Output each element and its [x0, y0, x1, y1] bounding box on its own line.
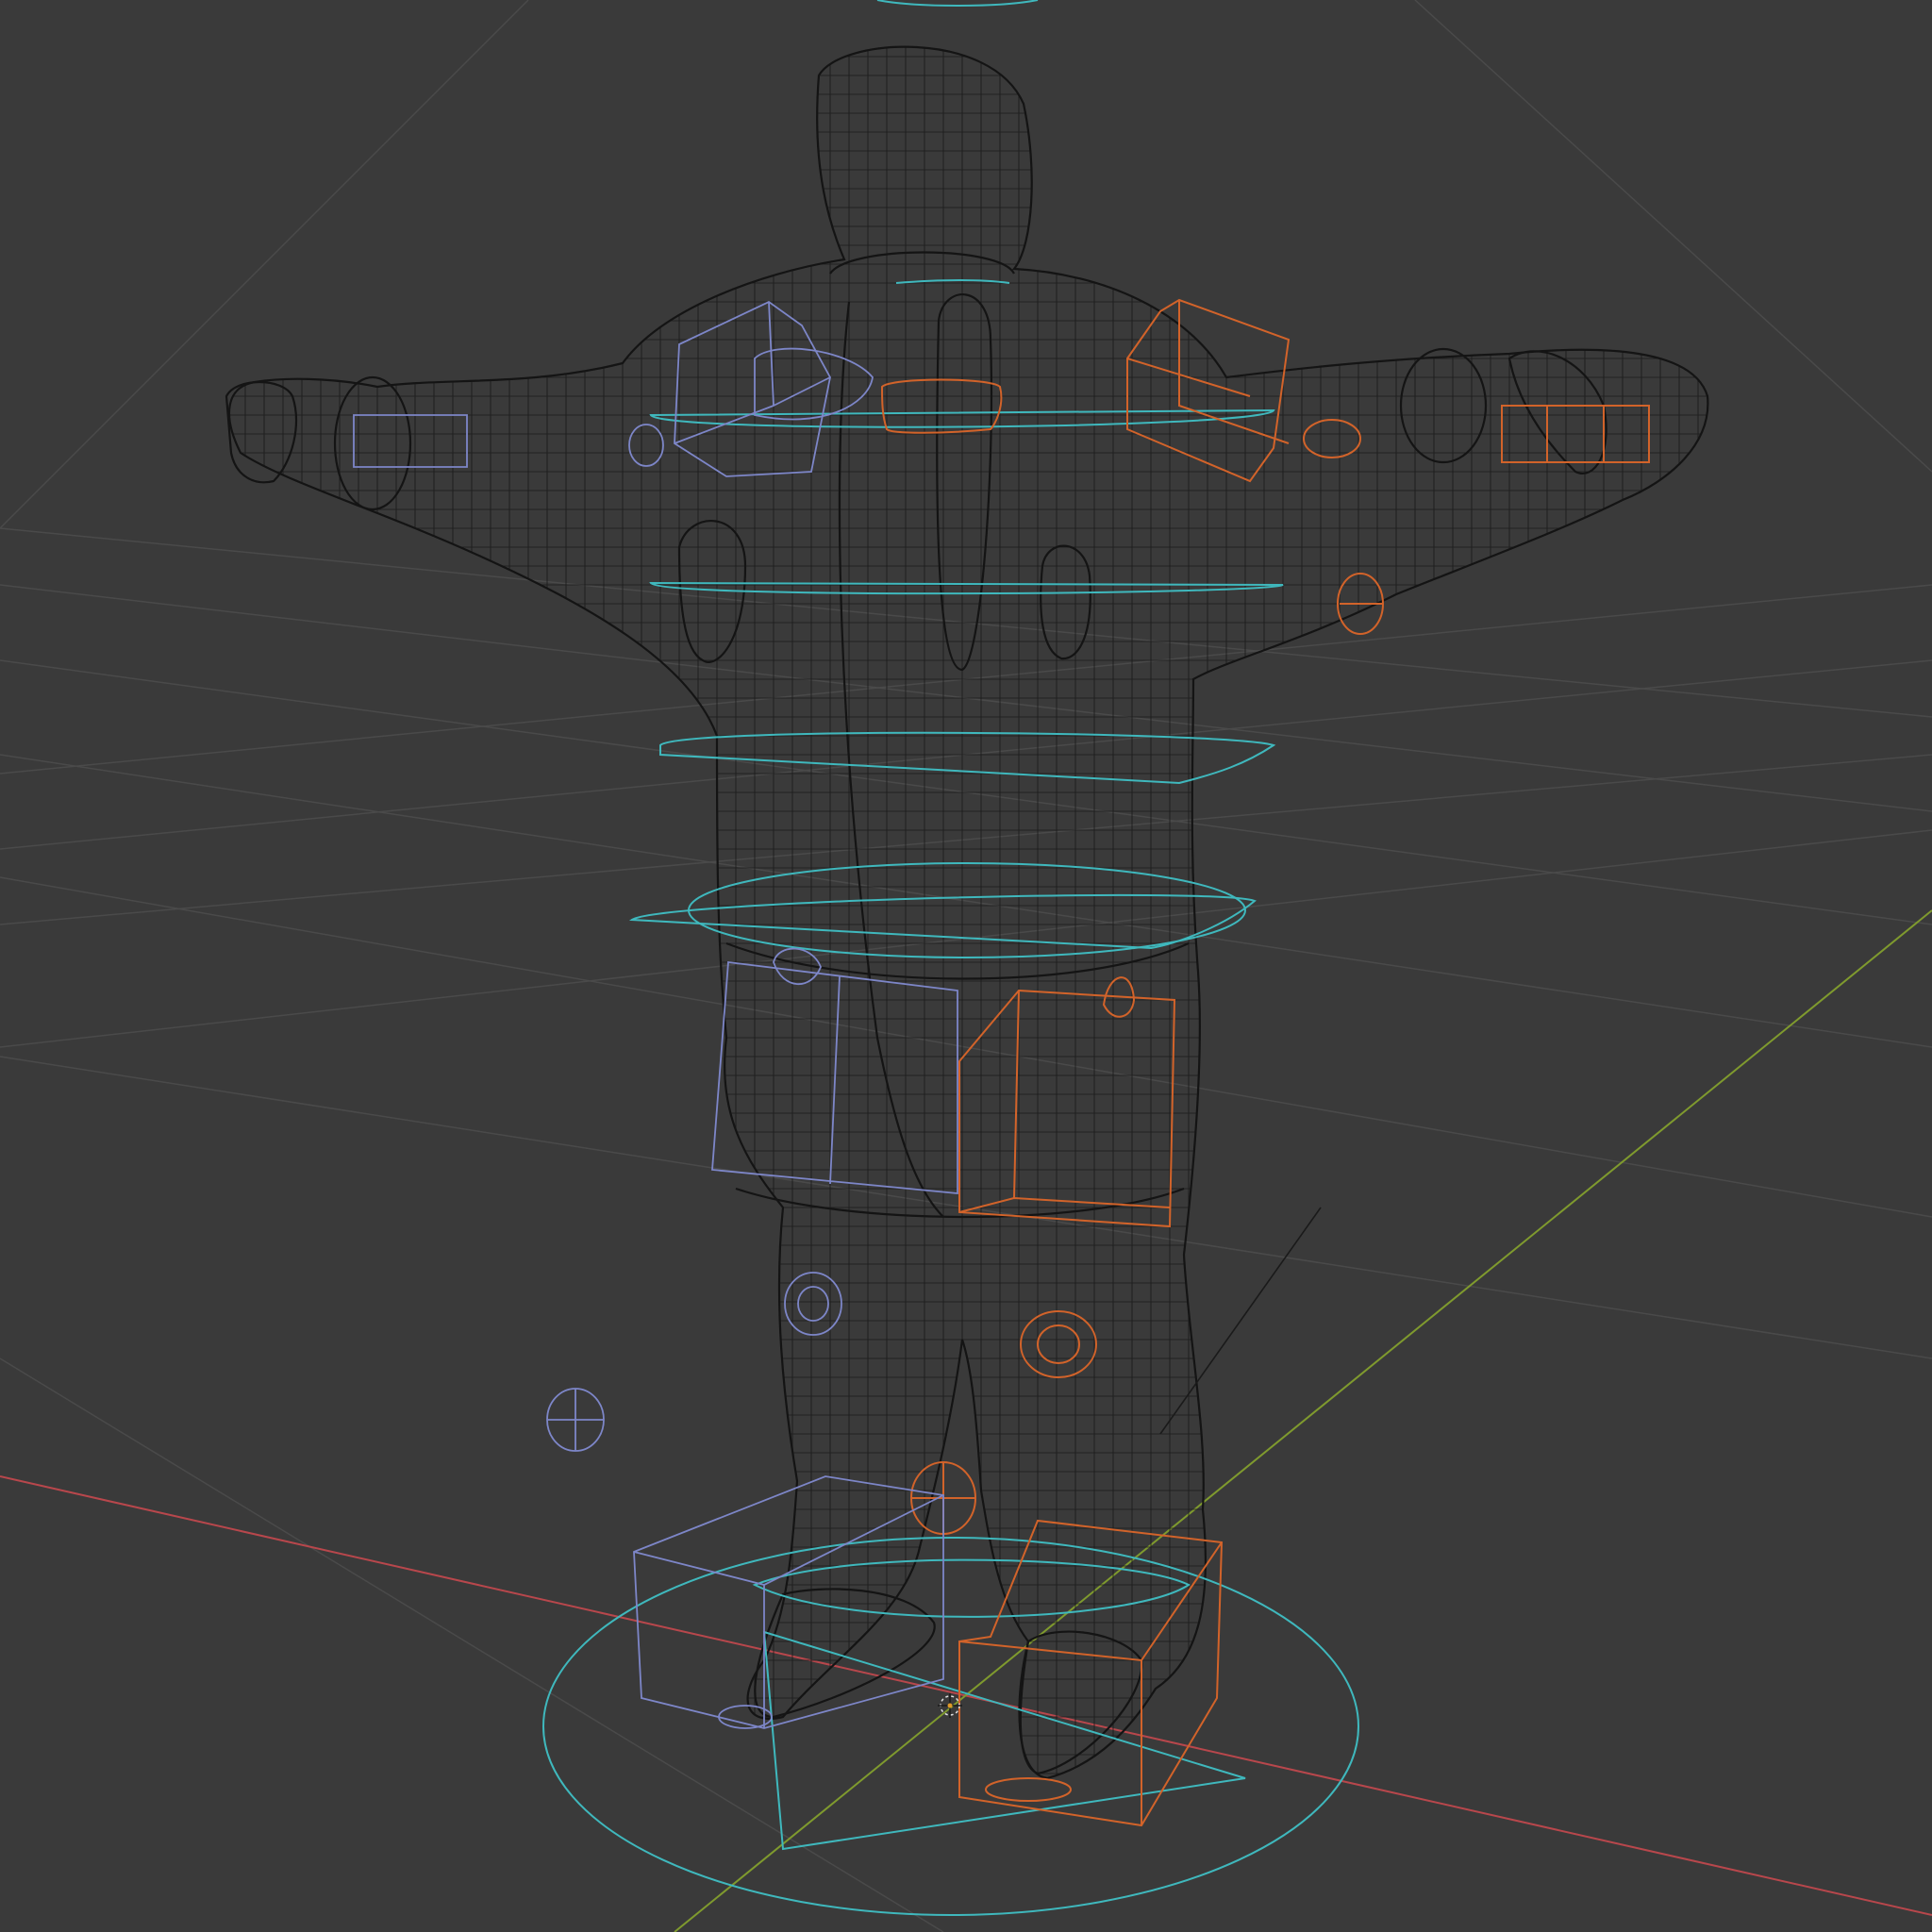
left-elbow-control[interactable] [1303, 419, 1361, 458]
right-foot-box-control[interactable] [633, 1475, 944, 1729]
right-knee-control-inner[interactable] [797, 1286, 829, 1322]
mesh-right-foot [1019, 1630, 1143, 1775]
mesh-left-hand [225, 380, 298, 484]
left-thigh-box-control[interactable] [958, 989, 1176, 1228]
mesh-pouch-center [936, 293, 993, 672]
viewport-canvas[interactable] [0, 0, 1932, 1932]
left-heel-control[interactable] [985, 1777, 1072, 1802]
left-knee-control-inner[interactable] [1037, 1324, 1080, 1364]
left-clavicle-control[interactable] [880, 378, 1003, 434]
right-side-controls[interactable] [353, 300, 958, 1729]
top-arc-control[interactable] [876, 0, 1039, 7]
mesh-spine-seam [838, 301, 944, 1218]
mesh-silhouette [227, 45, 1709, 1780]
y-axis-line [674, 909, 1932, 1932]
mesh-right-hand [1507, 350, 1607, 475]
mesh-right-cuff [1399, 347, 1488, 464]
mesh-head-detail [829, 251, 1015, 275]
mesh-left-cuff [333, 375, 412, 511]
root-circle-control[interactable] [542, 1537, 1359, 1916]
right-knee-control-outer[interactable] [784, 1272, 842, 1336]
right-elbow-control[interactable] [628, 424, 664, 467]
3d-viewport[interactable] [0, 0, 1932, 1932]
